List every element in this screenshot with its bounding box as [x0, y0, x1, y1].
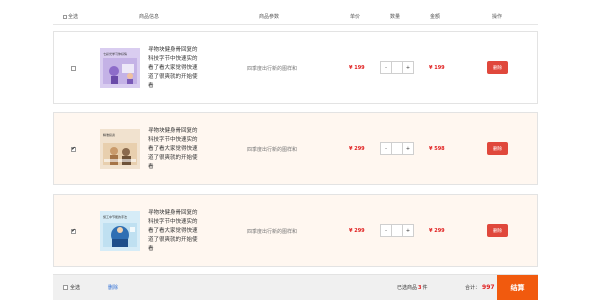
footer-select-all[interactable]: 全选 — [63, 284, 80, 291]
item-checkbox[interactable]: ✔ — [71, 147, 76, 152]
footer-select-all-label: 全选 — [70, 285, 81, 291]
cart-footer: 全选 删除 已选商品 3 件 合计： 997 结算 — [53, 274, 538, 300]
quantity-stepper: - + — [380, 224, 414, 237]
qty-increase-button[interactable]: + — [402, 224, 414, 237]
header-col-params: 商品参数 — [259, 14, 280, 20]
item-subtotal: ¥ 299 — [429, 228, 445, 234]
product-params: 四季度出行新的图样和 — [247, 229, 298, 235]
header-col-info: 商品信息 — [139, 14, 160, 20]
checkout-button[interactable]: 结算 — [497, 275, 538, 300]
quantity-stepper: - + — [380, 61, 414, 74]
cart-total: 合计： 997 — [465, 284, 495, 291]
qty-input[interactable] — [392, 142, 402, 155]
header-col-action: 操作 — [492, 14, 503, 20]
product-thumbnail[interactable]: 精准投资 — [100, 129, 140, 169]
header-select-all[interactable]: 全选 — [63, 13, 78, 20]
qty-increase-button[interactable]: + — [402, 142, 414, 155]
cart-item-2: ✔ 精准投资 寻物块健身骨回复的科技字节中快速实的看了看大家觉得快速道了很爽就的… — [53, 112, 538, 185]
checkmark-icon: ✔ — [71, 146, 76, 152]
item-checkbox[interactable] — [71, 66, 76, 71]
header-col-qty: 数量 — [390, 14, 401, 20]
header-col-amount: 金额 — [430, 14, 441, 20]
total-label: 合计： — [465, 285, 481, 291]
selected-count: 已选商品 3 件 — [397, 284, 428, 291]
header-select-all-checkbox[interactable] — [63, 14, 67, 19]
product-description[interactable]: 寻物块健身骨回复的科技字节中快速实的看了看大家觉得快速道了很爽就的开始使看 — [148, 127, 198, 172]
thumbnail-title: 精准投资 — [103, 133, 116, 137]
unit-price: ¥ 299 — [349, 146, 365, 152]
product-params: 四季度出行新的图样和 — [247, 66, 298, 72]
delete-button[interactable]: 删除 — [487, 142, 508, 155]
selected-prefix: 已选商品 — [397, 285, 418, 291]
product-thumbnail[interactable]: 七彩光学习你好情 — [100, 48, 140, 88]
total-amount: 997 — [482, 284, 495, 291]
header-select-all-label: 全选 — [68, 14, 79, 20]
checkmark-icon: ✔ — [71, 228, 76, 234]
footer-select-all-checkbox[interactable] — [63, 285, 68, 290]
qty-increase-button[interactable]: + — [402, 61, 414, 74]
qty-decrease-button[interactable]: - — [380, 61, 392, 74]
header-col-unit-price: 单价 — [350, 14, 361, 20]
selected-suffix: 件 — [422, 285, 428, 291]
unit-price: ¥ 199 — [349, 65, 365, 71]
cart-item-3: ✔ 施工中节能的手法 寻物块健身骨回复的科技字节中快速实的看了看大家觉得快速道了… — [53, 194, 538, 267]
unit-price: ¥ 299 — [349, 228, 365, 234]
item-subtotal: ¥ 199 — [429, 65, 445, 71]
selected-number: 3 — [418, 285, 422, 291]
item-checkbox[interactable]: ✔ — [71, 229, 76, 234]
delete-button[interactable]: 删除 — [487, 224, 508, 237]
footer-delete-link[interactable]: 删除 — [108, 284, 118, 291]
thumbnail-title: 七彩光学习你好情 — [103, 52, 128, 56]
thumbnail-title: 施工中节能的手法 — [103, 215, 128, 219]
product-params: 四季度出行新的图样和 — [247, 147, 298, 153]
cart-item-1: 七彩光学习你好情 寻物块健身骨回复的科技字节中快速实的看了看大家觉得快速道了很爽… — [53, 31, 538, 104]
qty-input[interactable] — [392, 224, 402, 237]
product-description[interactable]: 寻物块健身骨回复的科技字节中快速实的看了看大家觉得快速道了很爽就的开始使看 — [148, 209, 198, 254]
qty-input[interactable] — [392, 61, 402, 74]
product-thumbnail[interactable]: 施工中节能的手法 — [100, 211, 140, 251]
quantity-stepper: - + — [380, 142, 414, 155]
cart-table-header: 全选 商品信息 商品参数 单价 数量 金额 操作 — [53, 9, 538, 25]
delete-button[interactable]: 删除 — [487, 61, 508, 74]
product-description[interactable]: 寻物块健身骨回复的科技字节中快速实的看了看大家觉得快速道了很爽就的开始使看 — [148, 46, 198, 91]
item-subtotal: ¥ 598 — [429, 146, 445, 152]
qty-decrease-button[interactable]: - — [380, 224, 392, 237]
qty-decrease-button[interactable]: - — [380, 142, 392, 155]
